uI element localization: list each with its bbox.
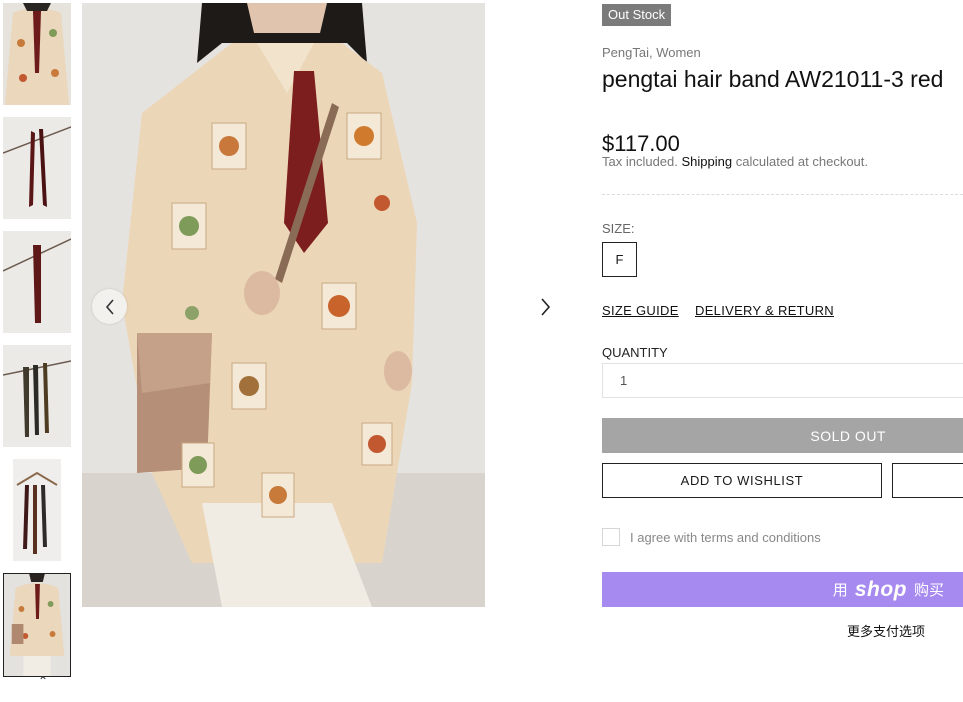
- chevron-up-icon[interactable]: ⌃: [38, 675, 48, 687]
- previous-image-button[interactable]: [92, 289, 127, 324]
- shop-pay-suffix: 购买: [913, 582, 944, 599]
- tax-prefix: Tax included.: [602, 154, 678, 169]
- thumbnail-4[interactable]: [3, 345, 71, 447]
- divider: [602, 194, 963, 195]
- main-product-image: [82, 3, 485, 607]
- chevron-left-icon: [105, 298, 114, 315]
- tax-suffix: calculated at checkout.: [735, 154, 868, 169]
- sold-out-button[interactable]: SOLD OUT: [602, 418, 963, 453]
- shop-pay-prefix: 用: [832, 582, 848, 599]
- shipping-link[interactable]: Shipping: [682, 154, 733, 169]
- add-to-wishlist-button[interactable]: ADD TO WISHLIST: [602, 463, 882, 498]
- product-title: pengtai hair band AW21011-3 red: [602, 66, 944, 92]
- quantity-input[interactable]: [602, 363, 963, 398]
- more-payment-options-link[interactable]: 更多支付选项: [847, 621, 925, 640]
- size-option-f[interactable]: F: [602, 242, 637, 277]
- size-guide-link[interactable]: SIZE GUIDE: [602, 303, 679, 318]
- chevron-right-icon: [541, 297, 551, 316]
- thumbnail-1[interactable]: [3, 3, 71, 105]
- shop-pay-button[interactable]: 用 shop 购买: [602, 572, 963, 607]
- thumbnail-5[interactable]: [3, 459, 71, 561]
- thumbnail-3[interactable]: [3, 231, 71, 333]
- secondary-action-button[interactable]: [892, 463, 963, 498]
- shop-pay-logo: shop: [854, 577, 907, 601]
- delivery-return-link[interactable]: DELIVERY & RETURN: [695, 303, 834, 318]
- quantity-label: QUANTITY: [602, 345, 668, 360]
- thumbnail-2[interactable]: [3, 117, 71, 219]
- size-label: SIZE:: [602, 221, 635, 236]
- next-image-button[interactable]: [533, 289, 557, 324]
- product-vendor[interactable]: PengTai, Women: [602, 45, 701, 60]
- thumbnail-6[interactable]: [3, 573, 71, 677]
- tax-note: Tax included. Shipping calculated at che…: [602, 154, 868, 169]
- terms-checkbox[interactable]: [602, 528, 620, 546]
- stock-badge: Out Stock: [602, 4, 672, 26]
- terms-label: I agree with terms and conditions: [630, 530, 821, 545]
